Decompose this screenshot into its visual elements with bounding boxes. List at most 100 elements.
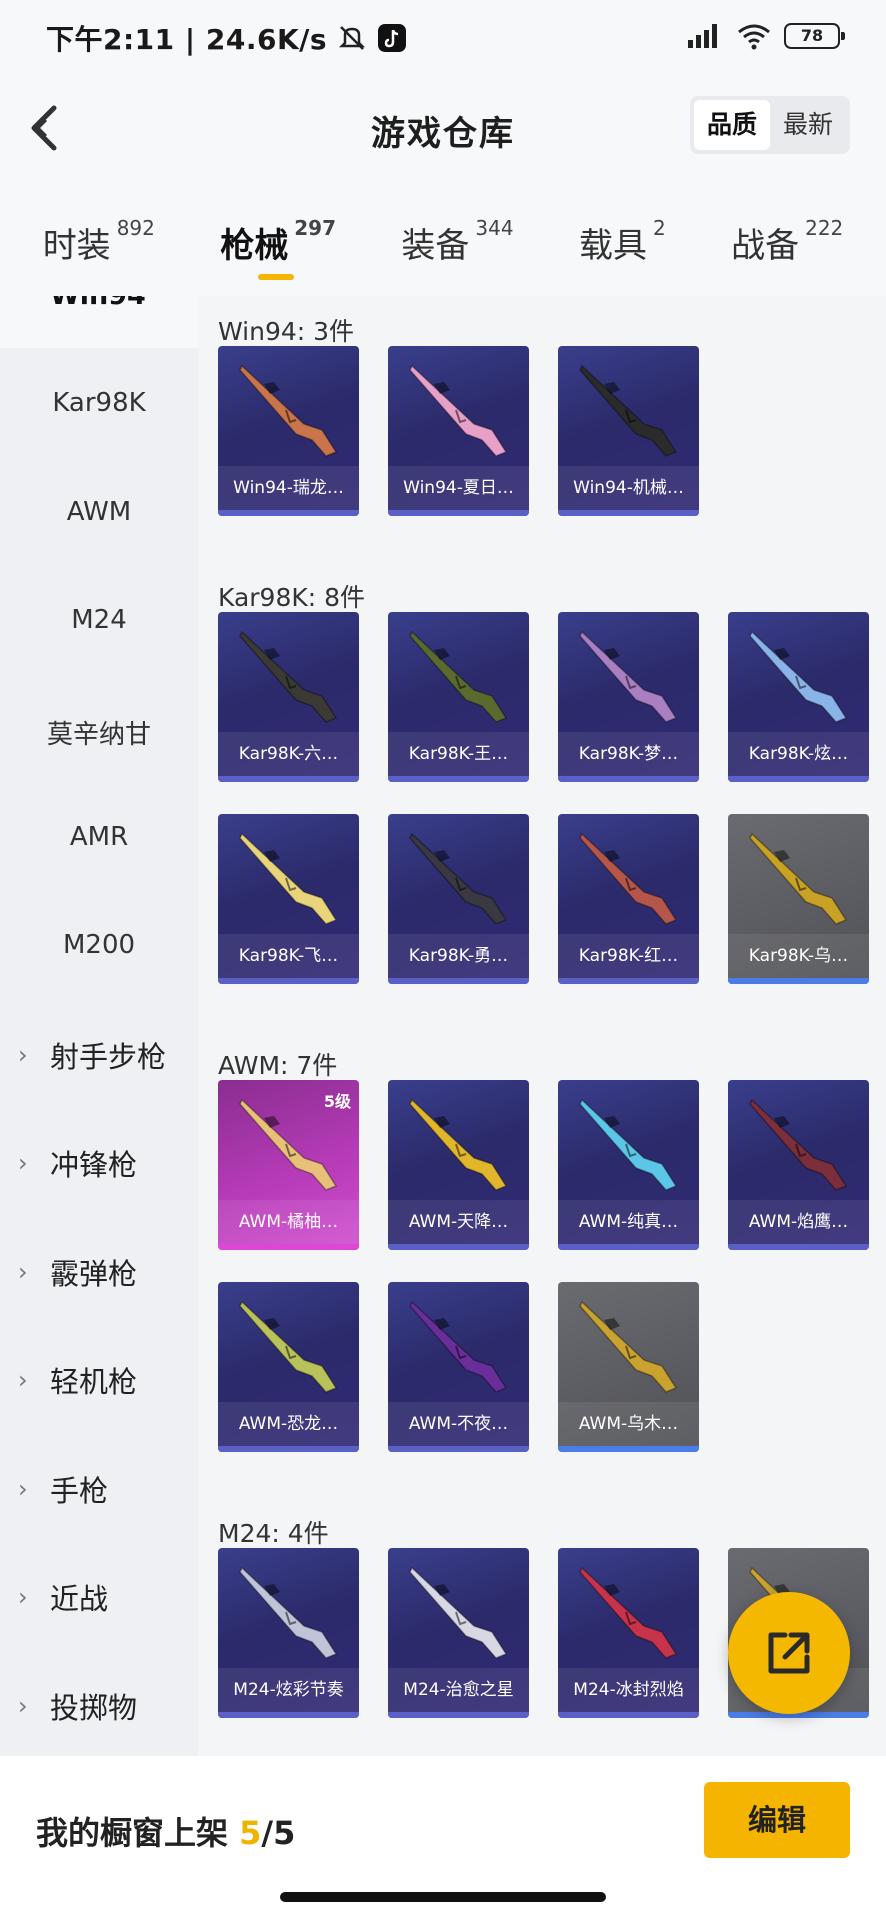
status-time: 下午2:11 | 24.6K/s: [46, 23, 328, 56]
weapon-card[interactable]: Win94-瑞龙…: [218, 346, 359, 516]
section-title: Win94: 3件: [218, 317, 355, 346]
sidebar-item-current[interactable]: Win94: [0, 296, 198, 348]
weapon-card[interactable]: Kar98K-飞…: [218, 814, 359, 984]
tab-equipment[interactable]: 装备 344: [401, 184, 513, 267]
rarity-bar: [388, 510, 529, 516]
active-tab-indicator: [258, 274, 295, 280]
rifle-icon: [409, 630, 508, 723]
rarity-bar: [558, 1712, 699, 1718]
edit-button[interactable]: 编辑: [704, 1782, 850, 1858]
chevron-right-icon: ›: [18, 1366, 28, 1394]
weapon-name: AWM-天降…: [388, 1200, 529, 1244]
rifle-icon: [579, 1566, 678, 1659]
sidebar-item-amr[interactable]: AMR: [0, 822, 198, 852]
sidebar-group-dmr[interactable]: › 射手步枪: [0, 1034, 198, 1076]
rifle-icon: [409, 1098, 508, 1191]
sidebar-group-lmg[interactable]: › 轻机枪: [0, 1359, 198, 1401]
sidebar-item-m24[interactable]: M24: [0, 605, 198, 635]
weapon-name: Kar98K-飞…: [218, 934, 359, 978]
sidebar-group-smg[interactable]: › 冲锋枪: [0, 1142, 198, 1184]
rifle-icon: [579, 1098, 678, 1191]
weapon-card[interactable]: 5级 AWM-橘柚…: [218, 1080, 359, 1250]
rifle-icon: [239, 364, 338, 457]
section-title: M24: 4件: [218, 1519, 329, 1548]
rifle-icon: [579, 832, 678, 925]
sidebar-item-kar98k[interactable]: Kar98K: [0, 388, 198, 418]
weapon-card[interactable]: Kar98K-乌…: [728, 814, 869, 984]
weapon-card[interactable]: M24-冰封烈焰: [558, 1548, 699, 1718]
weapon-name: Kar98K-乌…: [728, 934, 869, 978]
weapon-card[interactable]: Kar98K-六…: [218, 612, 359, 782]
rifle-icon: [409, 832, 508, 925]
weapon-card[interactable]: Kar98K-王…: [388, 612, 529, 782]
sort-toggle: 品质 最新: [690, 96, 850, 154]
rarity-bar: [218, 1712, 359, 1718]
weapon-name: M24-炫彩节奏: [218, 1668, 359, 1712]
chevron-right-icon: ›: [18, 1692, 28, 1720]
weapon-card[interactable]: Kar98K-红…: [558, 814, 699, 984]
weapon-card[interactable]: M24-治愈之星: [388, 1548, 529, 1718]
weapon-card[interactable]: Win94-机械…: [558, 346, 699, 516]
chevron-right-icon: ›: [18, 1149, 28, 1177]
weapon-card[interactable]: AWM-不夜…: [388, 1282, 529, 1452]
weapon-name: AWM-不夜…: [388, 1402, 529, 1446]
level-badge: 5级: [323, 1092, 351, 1111]
weapon-name: AWM-橘柚…: [218, 1200, 359, 1244]
weapon-name: Win94-夏日…: [388, 466, 529, 510]
tab-supplies[interactable]: 战备 222: [731, 184, 843, 267]
weapon-card[interactable]: AWM-乌木…: [558, 1282, 699, 1452]
header: 游戏仓库 品质 最新: [0, 72, 886, 184]
weapon-card[interactable]: AWM-恐龙…: [218, 1282, 359, 1452]
rifle-icon: [239, 630, 338, 723]
rarity-bar: [218, 510, 359, 516]
rarity-bar: [558, 510, 699, 516]
tab-outfits[interactable]: 时装 892: [43, 184, 155, 267]
weapon-name: Win94-机械…: [558, 466, 699, 510]
weapon-card[interactable]: AWM-纯真…: [558, 1080, 699, 1250]
rarity-bar: [218, 776, 359, 782]
weapon-card[interactable]: AWM-焰鹰…: [728, 1080, 869, 1250]
weapon-name: AWM-恐龙…: [218, 1402, 359, 1446]
weapon-name: Kar98K-六…: [218, 732, 359, 776]
tab-vehicles[interactable]: 载具 2: [579, 184, 666, 267]
rifle-icon: [749, 832, 848, 925]
sidebar-item-awm[interactable]: AWM: [0, 497, 198, 527]
rifle-icon: [409, 364, 508, 457]
wifi-icon: [738, 24, 770, 50]
sidebar-group-shotgun[interactable]: › 霰弹枪: [0, 1251, 198, 1293]
rarity-bar: [218, 1244, 359, 1250]
sort-quality-button[interactable]: 品质: [694, 100, 770, 150]
weapon-name: Kar98K-炫…: [728, 732, 869, 776]
sort-latest-button[interactable]: 最新: [770, 100, 846, 150]
weapon-sidebar: Win94 Kar98K AWM M24 莫辛纳甘 AMR M200 ›射手步枪…: [0, 296, 198, 1756]
chevron-right-icon: ›: [18, 1583, 28, 1611]
rarity-bar: [218, 1446, 359, 1452]
sidebar-group-melee[interactable]: › 近战: [0, 1576, 198, 1618]
tab-guns[interactable]: 枪械 297: [220, 184, 336, 280]
sidebar-group-pistol[interactable]: › 手枪: [0, 1468, 198, 1510]
rifle-icon: [239, 832, 338, 925]
share-button[interactable]: [728, 1592, 850, 1714]
section-title: AWM: 7件: [218, 1051, 338, 1080]
weapon-name: Kar98K-梦…: [558, 732, 699, 776]
rarity-bar: [728, 978, 869, 984]
weapon-card[interactable]: AWM-天降…: [388, 1080, 529, 1250]
weapon-card[interactable]: Kar98K-梦…: [558, 612, 699, 782]
signal-icon: [688, 24, 717, 48]
sidebar-item-mosin[interactable]: 莫辛纳甘: [0, 714, 198, 751]
rifle-icon: [579, 630, 678, 723]
sidebar-item-m200[interactable]: M200: [0, 930, 198, 960]
weapon-card[interactable]: Kar98K-勇…: [388, 814, 529, 984]
weapon-name: AWM-焰鹰…: [728, 1200, 869, 1244]
home-indicator: [280, 1892, 606, 1902]
sidebar-group-throwable[interactable]: › 投掷物: [0, 1685, 198, 1727]
weapon-card[interactable]: Win94-夏日…: [388, 346, 529, 516]
rarity-bar: [558, 1244, 699, 1250]
rarity-bar: [388, 776, 529, 782]
rifle-icon: [579, 1300, 678, 1393]
rifle-icon: [579, 364, 678, 457]
rarity-bar: [388, 1712, 529, 1718]
weapon-name: Kar98K-王…: [388, 732, 529, 776]
weapon-card[interactable]: M24-炫彩节奏: [218, 1548, 359, 1718]
weapon-card[interactable]: Kar98K-炫…: [728, 612, 869, 782]
